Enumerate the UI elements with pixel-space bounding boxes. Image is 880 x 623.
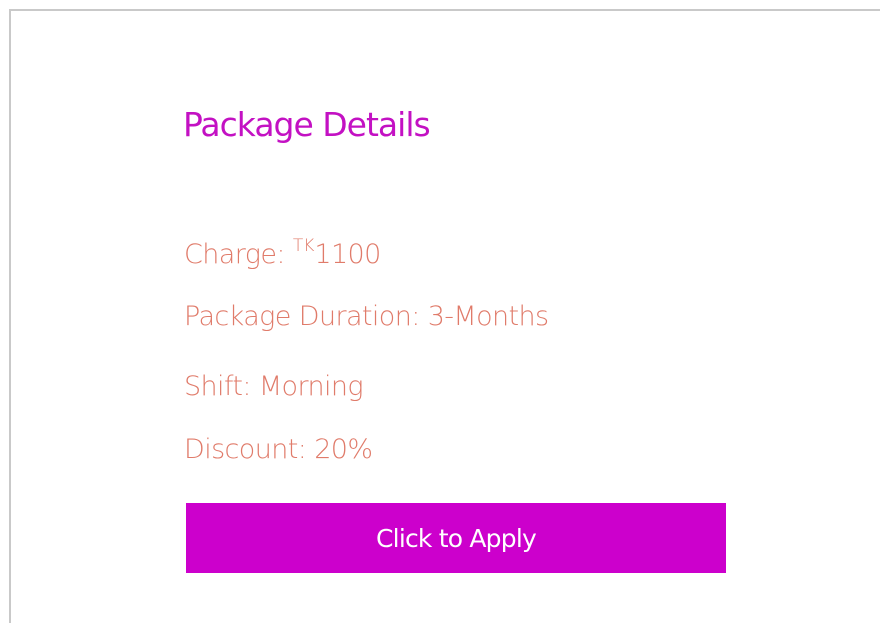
package-title: Package Details [183, 105, 431, 144]
apply-button[interactable]: Click to Apply [186, 503, 726, 573]
currency-symbol: TK [292, 236, 315, 256]
shift-info: Shift: Morning [184, 371, 364, 402]
package-duration: Package Duration: 3-Months [184, 301, 549, 332]
package-details-panel: Package Details Charge: TK1100 Package D… [9, 9, 880, 623]
charge-label: Charge: [184, 239, 285, 270]
charge-amount: 1100 [314, 239, 381, 270]
charge-row: Charge: TK1100 [184, 236, 381, 270]
discount-info: Discount: 20% [184, 434, 373, 465]
